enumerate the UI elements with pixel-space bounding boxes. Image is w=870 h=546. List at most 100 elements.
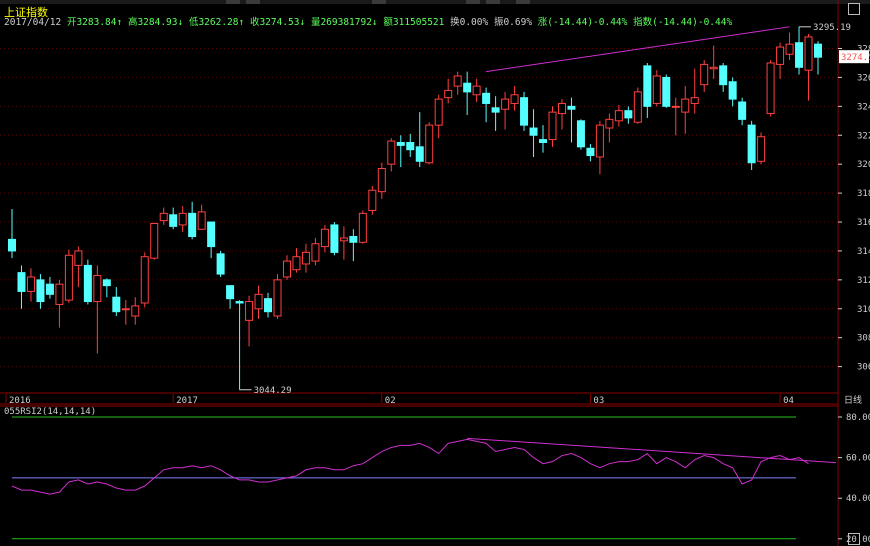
candle-body [463, 82, 472, 93]
ohlc-info-bar: 2017/04/12 开3283.84↑ 高3284.93↓ 低3262.28↑… [4, 14, 732, 28]
candle-body [292, 256, 301, 271]
price-tick-label: 3140.00 [857, 247, 870, 257]
indicator-name: 055RSI2(14,14,14) [4, 407, 96, 417]
candle-body [159, 212, 168, 222]
candlestick-chart[interactable]: 3280.003260.003240.003220.003200.003180.… [0, 0, 870, 546]
candle-body [624, 110, 633, 119]
candle-body [264, 298, 273, 313]
candle-body [776, 46, 785, 65]
info-close: 收3274.53↓ [249, 17, 306, 28]
candle-body [795, 42, 804, 68]
candle-body [548, 111, 557, 141]
candle-body [652, 75, 661, 104]
candle-body [643, 65, 652, 107]
candle-body [26, 276, 35, 292]
info-change: 涨(-14.44)-0.44% [537, 17, 628, 28]
candle-body [766, 62, 775, 115]
candle-body [709, 66, 718, 70]
candle-body [539, 139, 548, 143]
price-tick-label: 3100.00 [857, 305, 870, 315]
candle-body [282, 260, 291, 278]
candle-body [45, 283, 54, 295]
candle-body [501, 98, 510, 110]
period-label: 日线 [844, 394, 862, 406]
time-axis-label: 03 [593, 396, 604, 406]
candle-body [131, 305, 140, 317]
candle-body [358, 212, 367, 243]
candle-body [785, 43, 794, 55]
candle-body [330, 224, 339, 253]
candle-body [472, 85, 481, 96]
candle-body [662, 76, 671, 107]
candle-body [434, 98, 443, 126]
price-tick-label: 3060.00 [857, 363, 870, 373]
candle-body [757, 136, 766, 162]
candle-body [83, 264, 92, 303]
candle-body [747, 124, 756, 164]
price-tick-label: 3080.00 [857, 334, 870, 344]
candle-body [814, 43, 822, 58]
info-open: 开3283.84↑ [66, 17, 123, 28]
time-axis-label: 2017 [176, 396, 198, 406]
candle-body [102, 279, 111, 287]
candle-body [491, 107, 500, 113]
candle-body [207, 221, 216, 248]
candle-body [396, 141, 405, 146]
info-index-change: 指数(-14.44)-0.44% [633, 17, 733, 28]
candle-body [377, 168, 386, 193]
candle-body [482, 92, 491, 104]
candle-body [8, 238, 16, 252]
candle-body [169, 214, 178, 227]
info-volume: 量269381792↓ [310, 17, 378, 28]
candle-body [387, 140, 396, 165]
candle-body [690, 97, 699, 104]
time-axis-label: 2016 [9, 396, 31, 406]
candle-body [415, 146, 424, 162]
candle-body [453, 75, 462, 87]
candle-body [74, 250, 83, 266]
candle-body [254, 293, 263, 310]
candle-body [595, 124, 604, 158]
candle-body [226, 285, 235, 300]
rsi-tick-label: 40.00 [846, 494, 870, 504]
candle-body [406, 141, 415, 151]
info-amount: 额311505521 [383, 17, 445, 28]
candle-body [320, 228, 329, 248]
candle-body [576, 120, 585, 148]
candle-body [368, 189, 377, 211]
candle-body [273, 279, 282, 317]
candle-body [188, 212, 197, 237]
time-axis-label: 04 [783, 396, 794, 406]
candle-body [671, 105, 680, 108]
settings-icon[interactable] [848, 3, 860, 15]
price-tick-label: 3260.00 [857, 73, 870, 83]
candle-body [444, 89, 453, 99]
candle-body [121, 308, 130, 311]
info-amplitude: 振0.69% [493, 17, 533, 28]
candle-body [311, 243, 320, 262]
candle-body [93, 275, 102, 303]
candle-body [36, 279, 45, 303]
price-tick-label: 3220.00 [857, 131, 870, 141]
price-tick-label: 3120.00 [857, 276, 870, 286]
candle-body [614, 110, 623, 122]
info-low: 低3262.28↑ [188, 17, 245, 28]
candle-body [349, 235, 358, 243]
candle-body [681, 98, 690, 113]
candle-body [64, 254, 73, 301]
candle-body [510, 94, 519, 104]
high-price-label: 3295.19 [813, 23, 851, 33]
candle-body [235, 301, 244, 304]
price-tick-label: 3180.00 [857, 189, 870, 199]
candle-body [55, 283, 64, 305]
rsi-tick-label: 80.00 [846, 413, 870, 423]
candle-body [605, 118, 614, 129]
candle-body [700, 63, 709, 86]
candle-body [17, 272, 26, 292]
candle-body [633, 91, 642, 123]
low-price-label: 3044.29 [254, 386, 292, 396]
price-tick-label: 3200.00 [857, 160, 870, 170]
candle-body [197, 211, 206, 230]
candle-body [529, 127, 538, 136]
expand-icon[interactable] [848, 533, 860, 545]
